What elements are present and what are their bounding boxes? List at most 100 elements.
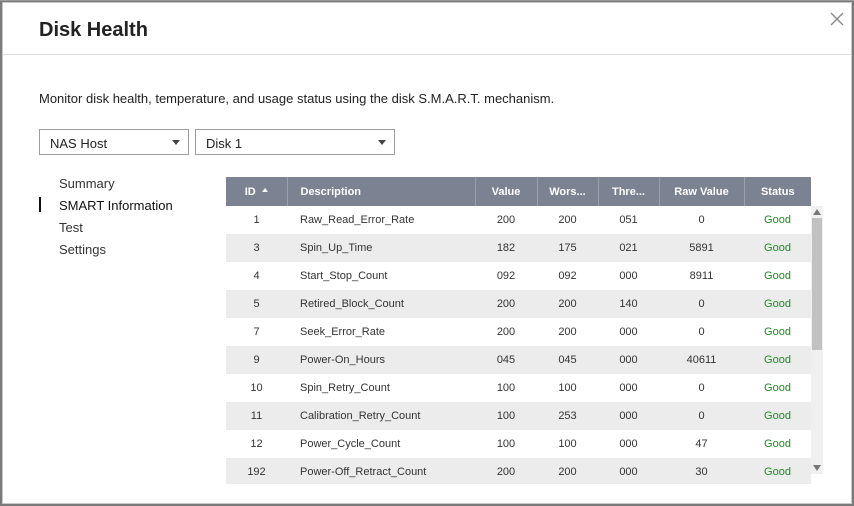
- column-header-worst[interactable]: Wors...: [537, 177, 599, 206]
- column-header-threshold[interactable]: Thre...: [598, 177, 660, 206]
- table-row[interactable]: 4 Start_Stop_Count 092 092 000 8911 Good: [226, 262, 811, 290]
- cell-id: 12: [226, 430, 287, 458]
- cell-status: Good: [744, 234, 811, 262]
- nav-item-summary[interactable]: Summary: [39, 175, 209, 197]
- table-row[interactable]: 12 Power_Cycle_Count 100 100 000 47 Good: [226, 430, 811, 458]
- cell-description: Raw_Read_Error_Rate: [287, 206, 475, 234]
- disk-health-dialog: Disk Health Monitor disk health, tempera…: [2, 2, 852, 504]
- column-header-id-label: ID: [244, 185, 256, 198]
- scroll-down-arrow-icon[interactable]: [813, 465, 821, 471]
- cell-value: 200: [475, 206, 537, 234]
- table-row[interactable]: 11 Calibration_Retry_Count 100 253 000 0…: [226, 402, 811, 430]
- column-header-value[interactable]: Value: [475, 177, 538, 206]
- cell-raw-value: 30: [659, 458, 744, 484]
- cell-id: 192: [226, 458, 287, 484]
- cell-status: Good: [744, 374, 811, 402]
- cell-status: Good: [744, 290, 811, 318]
- nav-item-settings[interactable]: Settings: [39, 241, 209, 263]
- cell-id: 4: [226, 262, 287, 290]
- cell-value: 045: [475, 346, 537, 374]
- host-select-value: NAS Host: [50, 136, 108, 151]
- cell-status: Good: [744, 318, 811, 346]
- cell-value: 100: [475, 374, 537, 402]
- table-row[interactable]: 192 Power-Off_Retract_Count 200 200 000 …: [226, 458, 811, 484]
- cell-value: 182: [475, 234, 537, 262]
- nav-item-test[interactable]: Test: [39, 219, 209, 241]
- cell-raw-value: 0: [659, 206, 744, 234]
- cell-raw-value: 0: [659, 318, 744, 346]
- cell-description: Spin_Retry_Count: [287, 374, 475, 402]
- cell-id: 7: [226, 318, 287, 346]
- chevron-down-icon: [172, 140, 180, 145]
- cell-value: 200: [475, 458, 537, 484]
- cell-value: 100: [475, 430, 537, 458]
- cell-threshold: 140: [598, 290, 659, 318]
- cell-raw-value: 47: [659, 430, 744, 458]
- dialog-description: Monitor disk health, temperature, and us…: [39, 91, 555, 106]
- cell-id: 5: [226, 290, 287, 318]
- cell-id: 10: [226, 374, 287, 402]
- host-select[interactable]: NAS Host: [39, 129, 189, 155]
- cell-worst: 175: [537, 234, 598, 262]
- column-header-id[interactable]: ID: [226, 177, 288, 206]
- cell-threshold: 051: [598, 206, 659, 234]
- column-header-raw-value[interactable]: Raw Value: [659, 177, 745, 206]
- cell-description: Spin_Up_Time: [287, 234, 475, 262]
- cell-status: Good: [744, 430, 811, 458]
- scroll-up-arrow-icon[interactable]: [813, 209, 821, 215]
- cell-description: Seek_Error_Rate: [287, 318, 475, 346]
- cell-description: Power_Cycle_Count: [287, 430, 475, 458]
- cell-worst: 100: [537, 430, 598, 458]
- cell-raw-value: 8911: [659, 262, 744, 290]
- cell-value: 200: [475, 318, 537, 346]
- cell-worst: 253: [537, 402, 598, 430]
- cell-status: Good: [744, 262, 811, 290]
- cell-worst: 200: [537, 290, 598, 318]
- cell-value: 200: [475, 290, 537, 318]
- cell-threshold: 000: [598, 318, 659, 346]
- cell-status: Good: [744, 206, 811, 234]
- cell-description: Power-On_Hours: [287, 346, 475, 374]
- column-header-description[interactable]: Description: [287, 177, 476, 206]
- cell-status: Good: [744, 458, 811, 484]
- cell-raw-value: 40611: [659, 346, 744, 374]
- nav-item-smart-information[interactable]: SMART Information: [39, 197, 209, 219]
- table-row[interactable]: 3 Spin_Up_Time 182 175 021 5891 Good: [226, 234, 811, 262]
- table-row[interactable]: 9 Power-On_Hours 045 045 000 40611 Good: [226, 346, 811, 374]
- cell-threshold: 000: [598, 374, 659, 402]
- sort-ascending-icon: [261, 187, 268, 192]
- table-scrollbar[interactable]: [811, 206, 823, 474]
- cell-id: 3: [226, 234, 287, 262]
- cell-id: 9: [226, 346, 287, 374]
- cell-value: 100: [475, 402, 537, 430]
- table-header-row: ID Description Value Wors... Thre... Raw…: [226, 177, 811, 206]
- cell-description: Calibration_Retry_Count: [287, 402, 475, 430]
- cell-raw-value: 0: [659, 402, 744, 430]
- disk-select[interactable]: Disk 1: [195, 129, 395, 155]
- cell-description: Power-Off_Retract_Count: [287, 458, 475, 484]
- close-icon: [830, 12, 844, 26]
- scrollbar-thumb[interactable]: [812, 218, 822, 350]
- dialog-title: Disk Health: [39, 19, 148, 41]
- cell-description: Start_Stop_Count: [287, 262, 475, 290]
- table-row[interactable]: 10 Spin_Retry_Count 100 100 000 0 Good: [226, 374, 811, 402]
- sidebar-nav: Summary SMART Information Test Settings: [39, 175, 209, 263]
- cell-worst: 092: [537, 262, 598, 290]
- cell-worst: 200: [537, 318, 598, 346]
- table-row[interactable]: 5 Retired_Block_Count 200 200 140 0 Good: [226, 290, 811, 318]
- cell-raw-value: 5891: [659, 234, 744, 262]
- smart-table-container: ID Description Value Wors... Thre... Raw…: [226, 177, 823, 484]
- cell-status: Good: [744, 402, 811, 430]
- cell-threshold: 021: [598, 234, 659, 262]
- cell-description: Retired_Block_Count: [287, 290, 475, 318]
- close-button[interactable]: [829, 11, 845, 27]
- column-header-status[interactable]: Status: [744, 177, 811, 206]
- table-row[interactable]: 1 Raw_Read_Error_Rate 200 200 051 0 Good: [226, 206, 811, 234]
- cell-value: 092: [475, 262, 537, 290]
- cell-raw-value: 0: [659, 290, 744, 318]
- cell-id: 11: [226, 402, 287, 430]
- cell-threshold: 000: [598, 346, 659, 374]
- cell-threshold: 000: [598, 262, 659, 290]
- table-row[interactable]: 7 Seek_Error_Rate 200 200 000 0 Good: [226, 318, 811, 346]
- dialog-header: Disk Health: [3, 3, 851, 55]
